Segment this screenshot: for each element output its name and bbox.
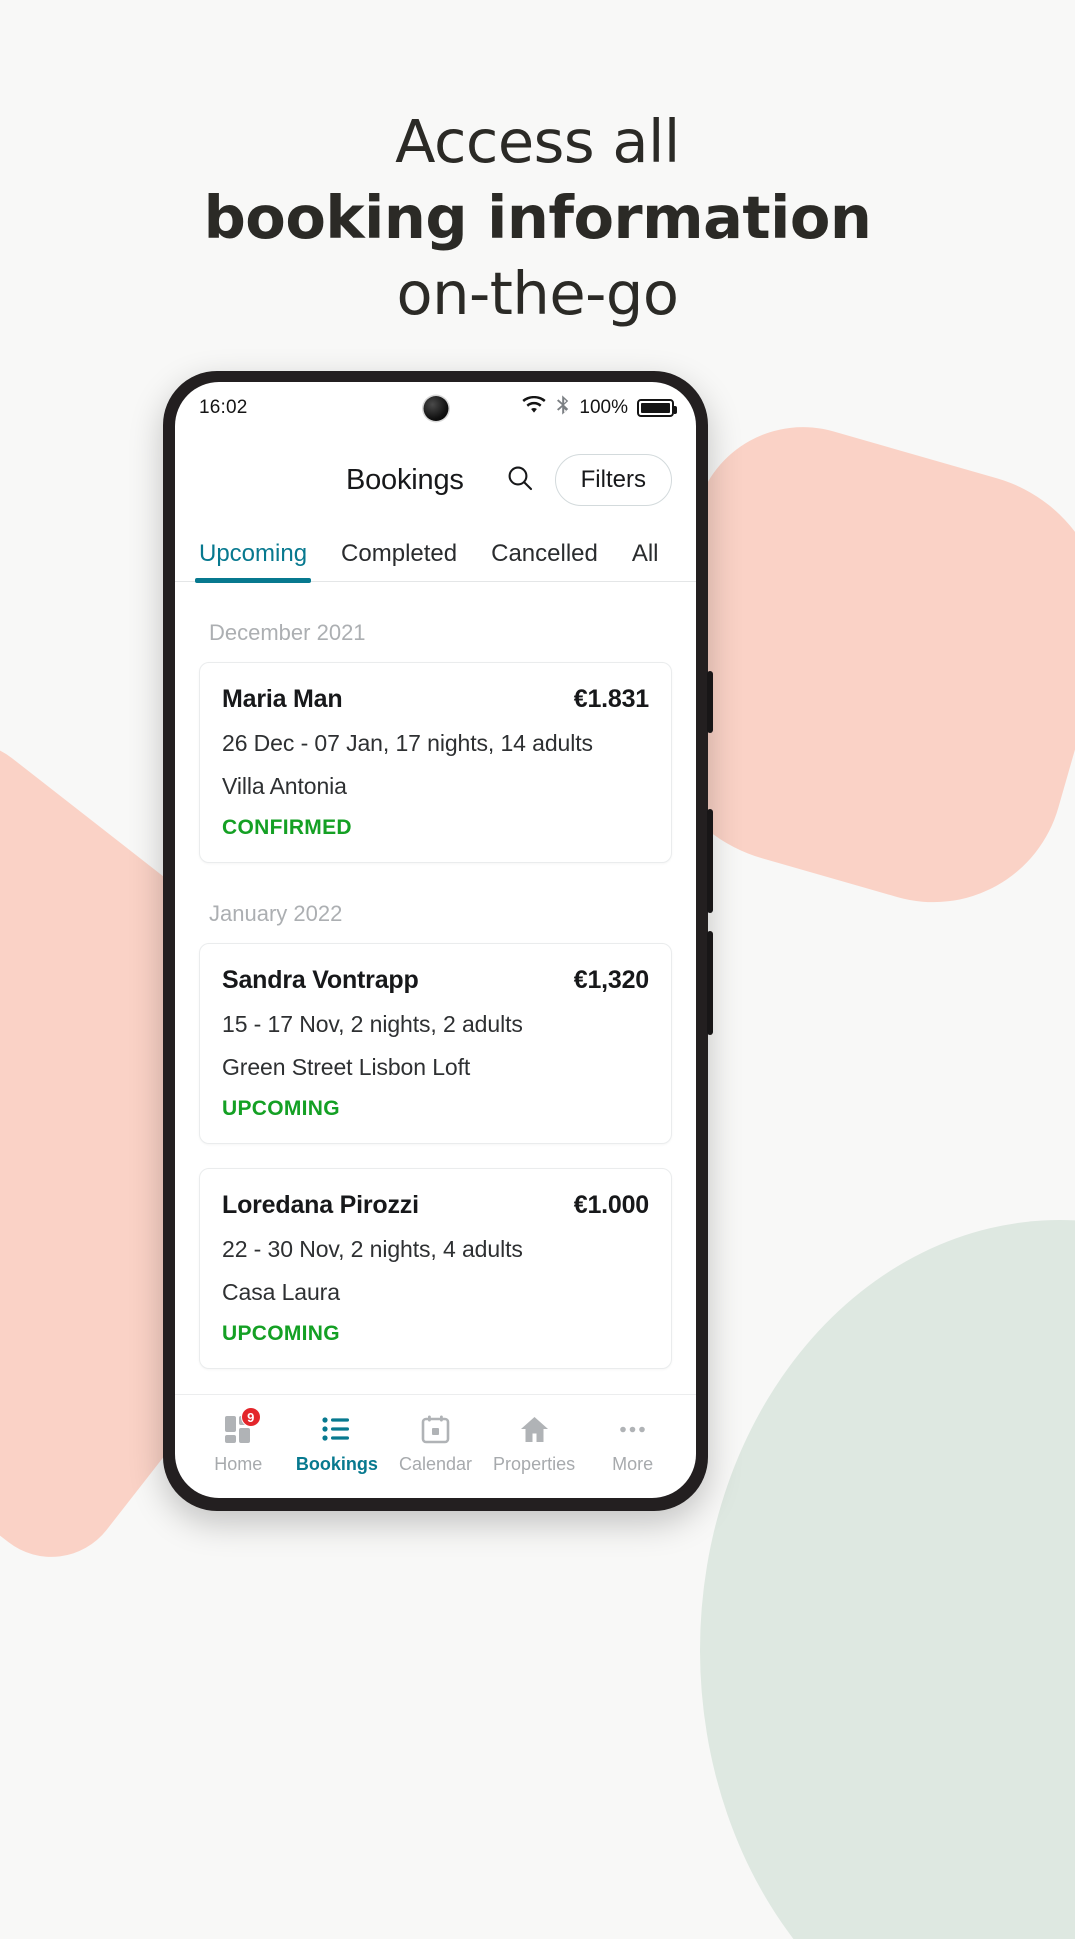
house-icon — [519, 1414, 550, 1445]
nav-item-more[interactable]: More — [583, 1414, 682, 1475]
tab-upcoming[interactable]: Upcoming — [194, 540, 312, 583]
booking-card-top: Sandra Vontrapp €1,320 — [222, 966, 649, 995]
dashboard-grid-icon: 9 — [223, 1407, 261, 1445]
page-title: Bookings — [345, 463, 464, 496]
page-headline: Access all booking information on-the-go — [0, 104, 1075, 332]
booking-price: €1.831 — [573, 685, 649, 713]
front-camera-punch-hole-icon — [423, 396, 448, 421]
headline-line-2: booking information — [203, 183, 872, 252]
nav-label-home: Home — [214, 1454, 263, 1474]
phone-mockup: 16:02 100% Bookings Filters Upcoming Com… — [163, 371, 713, 1511]
guest-name: Maria Man — [222, 685, 343, 713]
booking-card-top: Loredana Pirozzi €1.000 — [222, 1191, 649, 1220]
ellipsis-icon — [617, 1414, 648, 1445]
booking-dates: 15 - 17 Nov, 2 nights, 2 adults — [222, 1011, 523, 1037]
app-header: Bookings Filters — [175, 434, 696, 526]
status-indicators: 100% — [522, 394, 677, 422]
status-badge: UPCOMING — [222, 1097, 340, 1120]
notification-badge: 9 — [240, 1407, 261, 1427]
bottom-navigation: 9 Home Bookings Calendar Properties More — [175, 1394, 696, 1498]
booking-dates: 26 Dec - 07 Jan, 17 nights, 14 adults — [222, 730, 593, 756]
nav-label-properties: Properties — [493, 1454, 576, 1474]
booking-dates: 22 - 30 Nov, 2 nights, 4 adults — [222, 1236, 523, 1262]
booking-price: €1,320 — [573, 966, 649, 994]
booking-list[interactable]: December 2021 Maria Man €1.831 26 Dec - … — [175, 582, 696, 1394]
status-time: 16:02 — [199, 397, 248, 418]
nav-label-more: More — [612, 1454, 654, 1474]
battery-full-icon — [637, 399, 677, 417]
month-header: December 2021 — [209, 620, 366, 645]
guest-name: Sandra Vontrapp — [222, 966, 419, 994]
bluetooth-icon — [555, 394, 570, 422]
phone-side-button-top — [707, 671, 713, 733]
nav-item-home[interactable]: 9 Home — [189, 1407, 288, 1475]
battery-percent-label: 100% — [579, 397, 628, 418]
search-icon[interactable] — [505, 463, 535, 498]
booking-price: €1.000 — [573, 1191, 649, 1219]
phone-volume-up-button — [707, 809, 713, 913]
nav-label-bookings: Bookings — [295, 1454, 378, 1474]
booking-card[interactable]: Maria Man €1.831 26 Dec - 07 Jan, 17 nig… — [199, 662, 672, 863]
phone-volume-down-button — [707, 931, 713, 1035]
wifi-icon — [522, 395, 546, 420]
nav-label-calendar: Calendar — [398, 1454, 472, 1474]
property-name: Green Street Lisbon Loft — [222, 1054, 471, 1080]
tab-cancelled[interactable]: Cancelled — [491, 540, 598, 581]
booking-card[interactable]: Loredana Pirozzi €1.000 22 - 30 Nov, 2 n… — [199, 1168, 672, 1369]
status-badge: UPCOMING — [222, 1322, 340, 1345]
nav-item-bookings[interactable]: Bookings — [288, 1414, 387, 1475]
status-bar: 16:02 100% — [175, 382, 696, 434]
booking-tabs: Upcoming Completed Cancelled All — [175, 526, 696, 583]
month-header: January 2022 — [209, 901, 343, 926]
nav-item-properties[interactable]: Properties — [485, 1414, 584, 1475]
filters-button[interactable]: Filters — [554, 454, 672, 506]
guest-name: Loredana Pirozzi — [222, 1191, 419, 1219]
nav-item-calendar[interactable]: Calendar — [386, 1414, 485, 1475]
booking-card[interactable]: Sandra Vontrapp €1,320 15 - 17 Nov, 2 ni… — [199, 943, 672, 1144]
status-badge: CONFIRMED — [222, 816, 352, 839]
tab-completed[interactable]: Completed — [341, 540, 457, 581]
green-shape — [700, 1220, 1075, 1939]
calendar-icon — [420, 1414, 451, 1445]
headline-line-1: Access all — [395, 107, 680, 176]
property-name: Casa Laura — [222, 1279, 340, 1305]
headline-line-3: on-the-go — [396, 259, 679, 328]
tab-all[interactable]: All — [632, 540, 659, 581]
phone-screen: 16:02 100% Bookings Filters Upcoming Com… — [175, 382, 696, 1498]
booking-card-top: Maria Man €1.831 — [222, 685, 649, 714]
list-icon — [321, 1414, 352, 1445]
property-name: Villa Antonia — [222, 773, 347, 799]
